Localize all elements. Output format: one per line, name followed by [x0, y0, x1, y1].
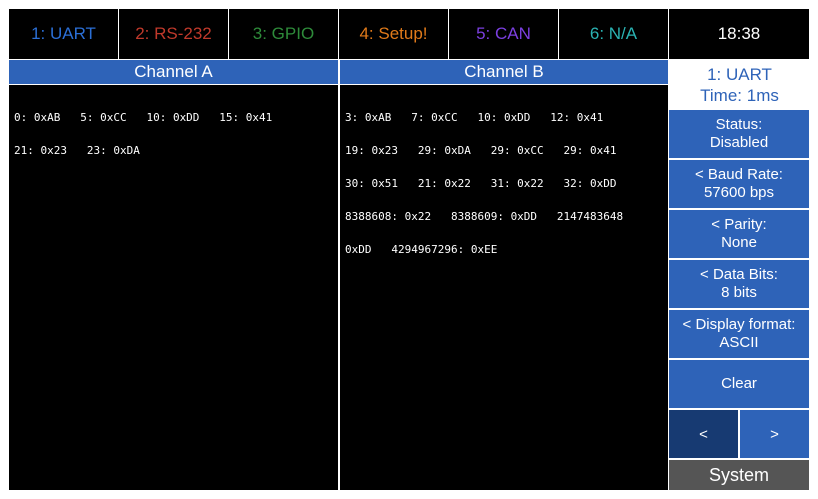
- tab-label: 3: GPIO: [252, 24, 315, 43]
- log-line: 0: 0xAB 5: 0xCC 10: 0xDD 15: 0x41: [14, 111, 273, 124]
- log-line: 21: 0x23 23: 0xDA: [14, 144, 140, 157]
- channel-b-log[interactable]: 3: 0xAB 7: 0xCC 10: 0xDD 12: 0x41 19: 0x…: [340, 85, 668, 490]
- log-line: 8388608: 0x22 8388609: 0xDD 2147483648: [345, 210, 624, 223]
- clock-time: 18:38: [717, 24, 761, 43]
- display-format-button[interactable]: < Display format: ASCII: [669, 310, 809, 358]
- tab-rs232[interactable]: 2: RS-232: [119, 9, 228, 59]
- active-port-name: 1: UART: [707, 64, 772, 84]
- data-bits-label: < Data Bits:: [700, 266, 778, 283]
- next-chevron-icon: >: [770, 425, 779, 443]
- status-label: Status:: [715, 116, 763, 133]
- parity-label: < Parity:: [711, 216, 767, 233]
- parity-button[interactable]: < Parity: None: [669, 210, 809, 258]
- system-label: System: [708, 464, 769, 485]
- display-format-value: ASCII: [719, 334, 759, 351]
- clock: 18:38: [669, 9, 809, 59]
- status-button[interactable]: Status: Disabled: [669, 110, 809, 158]
- clear-button[interactable]: Clear: [669, 360, 809, 408]
- prev-page-button[interactable]: <: [669, 410, 738, 458]
- log-line: 30: 0x51 21: 0x22 31: 0x22 32: 0xDD: [345, 177, 617, 190]
- tab-can[interactable]: 5: CAN: [449, 9, 558, 59]
- log-line: 0xDD 4294967296: 0xEE: [345, 243, 498, 256]
- tab-gpio[interactable]: 3: GPIO: [229, 9, 338, 59]
- data-bits-value: 8 bits: [721, 284, 757, 301]
- tab-setup[interactable]: 4: Setup!: [339, 9, 448, 59]
- tab-label: 2: RS-232: [135, 24, 212, 43]
- clear-label: Clear: [721, 375, 757, 392]
- channel-a-title: Channel A: [134, 62, 213, 81]
- active-port-info: 1: UART Time: 1ms: [669, 60, 810, 109]
- system-button[interactable]: System: [669, 460, 809, 490]
- baud-rate-button[interactable]: < Baud Rate: 57600 bps: [669, 160, 809, 208]
- channel-a-header: Channel A: [9, 60, 338, 84]
- channel-b-header: Channel B: [340, 60, 668, 84]
- tab-label: 5: CAN: [476, 24, 531, 43]
- baud-rate-value: 57600 bps: [703, 184, 775, 201]
- prev-chevron-icon: <: [699, 425, 708, 443]
- status-value: Disabled: [709, 134, 769, 151]
- tab-label: 1: UART: [31, 24, 96, 43]
- channel-a-log[interactable]: 0: 0xAB 5: 0xCC 10: 0xDD 15: 0x41 21: 0x…: [9, 85, 338, 490]
- next-page-button[interactable]: >: [740, 410, 809, 458]
- active-port-time: Time: 1ms: [700, 85, 779, 105]
- channel-b-title: Channel B: [464, 62, 544, 81]
- tab-label: 6: N/A: [589, 24, 638, 43]
- baud-rate-label: < Baud Rate:: [695, 166, 783, 183]
- data-bits-button[interactable]: < Data Bits: 8 bits: [669, 260, 809, 308]
- log-line: 19: 0x23 29: 0xDA 29: 0xCC 29: 0x41: [345, 144, 617, 157]
- display-format-label: < Display format:: [682, 316, 796, 333]
- tab-na[interactable]: 6: N/A: [559, 9, 668, 59]
- tab-label: 4: Setup!: [359, 24, 428, 43]
- log-line: 3: 0xAB 7: 0xCC 10: 0xDD 12: 0x41: [345, 111, 604, 124]
- parity-value: None: [721, 234, 757, 251]
- tab-uart[interactable]: 1: UART: [9, 9, 118, 59]
